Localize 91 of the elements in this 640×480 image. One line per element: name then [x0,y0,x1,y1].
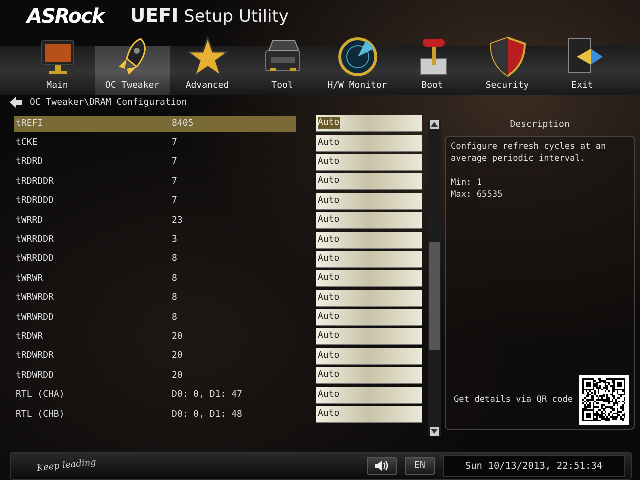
option-dropdown[interactable]: Auto [316,232,422,249]
language-button[interactable]: EN [405,457,435,475]
setting-label: tRDWR [16,332,44,342]
max-value: Max: 65535 [451,189,504,201]
option-dropdown[interactable]: Auto [316,212,422,230]
setting-item[interactable]: tCKE 7 [14,135,296,152]
setting-item[interactable]: tRDRD 7 [14,154,296,170]
slogan-text: Keep leading [36,458,97,474]
option-dropdown[interactable]: Auto [316,192,422,210]
option-dropdown[interactable]: Auto [316,134,422,152]
setting-value: 7 [172,138,178,148]
option-dropdown[interactable]: Auto [316,290,422,307]
setting-item[interactable]: tRDWRDR 20 [14,348,296,364]
setting-value: 8 [172,312,178,323]
panel-heading: Description [510,119,570,132]
setting-item[interactable]: tRDWR 20 [14,328,296,345]
setting-value: 23 [172,216,184,226]
setting-item[interactable]: tWRRDDR 3 [14,232,296,248]
setting-label: tRDWRDD [16,370,55,381]
setting-value: 7 [172,196,178,206]
qr-code [579,375,629,425]
option-dropdown[interactable]: Auto [316,250,422,268]
setting-item[interactable]: RTL (CHB) D0: 0, D1: 48 [14,406,296,423]
setting-label: tWRWRDD [16,312,55,323]
scrollbar-thumb[interactable] [429,242,440,350]
nav-tab[interactable]: Boot [395,32,470,96]
setting-item[interactable]: tREFI 8405 [14,116,296,132]
setting-value: 8 [172,274,178,284]
option-dropdown[interactable]: Auto [316,270,422,288]
scrollbar[interactable] [428,120,441,436]
setting-value: 20 [172,332,184,342]
app-title: UEFI Setup Utility [130,4,289,27]
scroll-down-icon[interactable] [430,427,439,436]
setting-item[interactable]: tWRWR 8 [14,270,296,287]
date-time: Sun 10/13/2013, 22:51:34 [443,455,625,477]
brand-logo: ASRock [27,4,104,28]
nav-tab[interactable]: Tool [245,32,320,96]
back-arrow-icon[interactable] [10,97,22,108]
option-dropdown[interactable]: Auto [316,386,422,404]
setting-item[interactable]: tRDWRDD 20 [14,368,296,384]
option-dropdown[interactable]: Auto [316,173,422,190]
qr-caption: Get details via QR code [454,394,573,406]
nav-tab[interactable]: Security [470,32,545,96]
option-dropdown[interactable]: Auto [316,154,422,171]
setting-label: tRDRDDD [16,196,55,206]
setting-value: 8 [172,254,178,264]
nav-tab[interactable]: Main [20,32,95,96]
speaker-icon [374,460,390,472]
setting-label: tWRRD [16,216,44,226]
description-text: Configure refresh cycles at an average periodic interval. [451,141,608,165]
setting-value: 7 [172,176,178,187]
setting-label: tWRRDDR [16,235,55,246]
setting-value: 7 [172,157,178,168]
setting-item[interactable]: tWRRDDD 8 [14,251,296,268]
setting-label: tRDWRDR [16,351,55,362]
setting-label: RTL (CHB) [16,410,66,420]
sound-button[interactable] [367,457,397,475]
setting-item[interactable]: tRDRDDD 7 [14,193,296,210]
setting-value: D0: 0, D1: 47 [172,390,244,400]
setting-item[interactable]: tRDRDDR 7 [14,174,296,190]
setting-value: 8 [172,293,178,304]
setting-label: tWRWRDR [16,293,55,304]
option-dropdown[interactable]: Auto [316,328,422,346]
setting-label: tWRWR [16,274,44,284]
option-dropdown[interactable]: Auto [316,115,422,132]
breadcrumb: OC Tweaker\DRAM Configuration [30,98,188,108]
setting-label: tRDRDDR [16,176,55,187]
setting-value: 20 [172,370,184,381]
scroll-up-icon[interactable] [430,120,439,129]
setting-value: 20 [172,351,184,362]
min-value: Min: 1 [451,177,484,189]
setting-label: RTL (CHA) [16,390,66,400]
setting-item[interactable]: tWRWRDR 8 [14,290,296,306]
setting-item[interactable]: RTL (CHA) D0: 0, D1: 47 [14,387,296,404]
setting-label: tREFI [16,118,44,129]
setting-value: 3 [172,235,178,246]
setting-label: tWRRDDD [16,254,55,264]
nav-tab[interactable]: Advanced [170,32,245,96]
radar-icon [336,35,380,80]
option-dropdown[interactable]: Auto [316,367,422,384]
option-dropdown[interactable]: Auto [316,309,422,326]
setting-label: tCKE [16,138,39,148]
setting-value: D0: 0, D1: 48 [172,410,244,420]
setting-value: 8405 [172,118,195,129]
nav-tab[interactable]: Exit [545,32,620,96]
nav-tab[interactable]: H/W Monitor [320,32,395,96]
setting-item[interactable]: tWRWRDD 8 [14,310,296,326]
option-dropdown[interactable]: Auto [316,406,422,424]
setting-item[interactable]: tWRRD 23 [14,212,296,229]
setting-label: tRDRD [16,157,44,168]
option-dropdown[interactable]: Auto [316,348,422,365]
